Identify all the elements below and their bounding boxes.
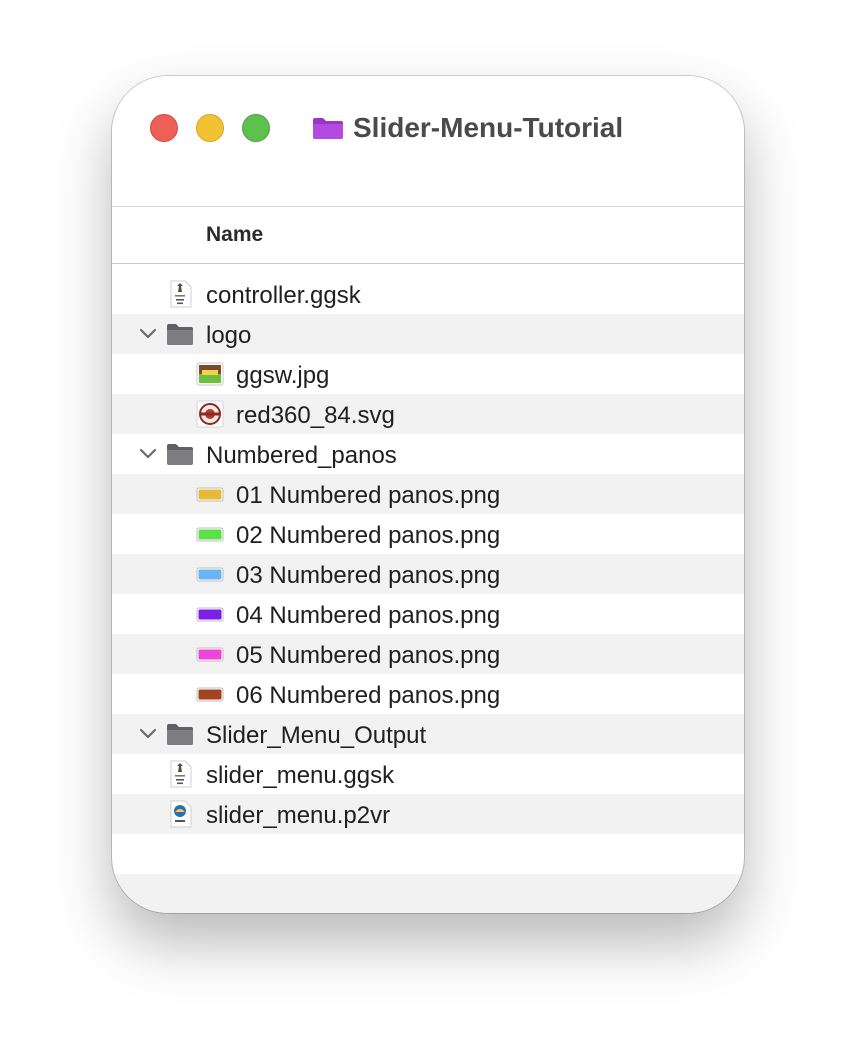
file-row[interactable]: 06 Numbered panos.png bbox=[112, 674, 744, 714]
png-swatch-icon bbox=[196, 600, 224, 628]
p2vr-document-icon bbox=[166, 800, 194, 828]
folder-icon bbox=[166, 720, 194, 748]
column-header: Name bbox=[112, 206, 744, 264]
name-column-header[interactable]: Name bbox=[206, 223, 263, 247]
purple-folder-icon bbox=[313, 118, 343, 139]
png-swatch-icon bbox=[196, 520, 224, 548]
folder-row[interactable]: Numbered_panos bbox=[112, 434, 744, 474]
file-row[interactable]: slider_menu.ggsk bbox=[112, 754, 744, 794]
file-row[interactable]: red360_84.svg bbox=[112, 394, 744, 434]
folder-row[interactable]: logo bbox=[112, 314, 744, 354]
svg-thumbnail-icon bbox=[196, 400, 224, 428]
file-row[interactable]: ggsw.jpg bbox=[112, 354, 744, 394]
item-name: 04 Numbered panos.png bbox=[236, 602, 501, 629]
item-name: 02 Numbered panos.png bbox=[236, 522, 501, 549]
folder-row[interactable]: Slider_Menu_Output bbox=[112, 714, 744, 754]
jpg-thumbnail-icon bbox=[196, 360, 224, 388]
item-name: logo bbox=[206, 322, 252, 349]
file-row[interactable]: 01 Numbered panos.png bbox=[112, 474, 744, 514]
window-title-group: Slider-Menu-Tutorial bbox=[312, 110, 623, 146]
file-list: controller.ggsk logo ggsw.jpg red360_84.svg… bbox=[112, 274, 744, 834]
item-name: Slider_Menu_Output bbox=[206, 722, 427, 749]
item-name: Numbered_panos bbox=[206, 442, 397, 469]
item-name: controller.ggsk bbox=[206, 282, 361, 309]
item-name: ggsw.jpg bbox=[236, 362, 330, 389]
ggsk-document-icon bbox=[166, 280, 194, 308]
file-row[interactable]: 03 Numbered panos.png bbox=[112, 554, 744, 594]
title-bar[interactable]: Slider-Menu-Tutorial bbox=[112, 76, 744, 206]
status-bar bbox=[112, 874, 744, 913]
ggsk-document-icon bbox=[166, 760, 194, 788]
item-name: slider_menu.ggsk bbox=[206, 762, 395, 789]
file-row[interactable]: controller.ggsk bbox=[112, 274, 744, 314]
item-name: slider_menu.p2vr bbox=[206, 802, 391, 829]
file-row[interactable]: 05 Numbered panos.png bbox=[112, 634, 744, 674]
file-row[interactable]: 02 Numbered panos.png bbox=[112, 514, 744, 554]
item-name: 03 Numbered panos.png bbox=[236, 562, 501, 589]
png-swatch-icon bbox=[196, 640, 224, 668]
disclosure-chevron-down-icon[interactable] bbox=[138, 445, 158, 463]
item-name: 05 Numbered panos.png bbox=[236, 642, 501, 669]
folder-icon bbox=[166, 440, 194, 468]
item-name: 01 Numbered panos.png bbox=[236, 482, 501, 509]
file-row[interactable]: slider_menu.p2vr bbox=[112, 794, 744, 834]
zoom-button[interactable] bbox=[242, 114, 270, 142]
window-title: Slider-Menu-Tutorial bbox=[353, 112, 624, 143]
disclosure-chevron-down-icon[interactable] bbox=[138, 325, 158, 343]
png-swatch-icon bbox=[196, 560, 224, 588]
close-button[interactable] bbox=[150, 114, 178, 142]
disclosure-chevron-down-icon[interactable] bbox=[138, 725, 158, 743]
minimize-button[interactable] bbox=[196, 114, 224, 142]
item-name: 06 Numbered panos.png bbox=[236, 682, 501, 709]
item-name: red360_84.svg bbox=[236, 402, 395, 429]
file-row[interactable]: 04 Numbered panos.png bbox=[112, 594, 744, 634]
png-swatch-icon bbox=[196, 680, 224, 708]
png-swatch-icon bbox=[196, 480, 224, 508]
finder-window: Slider-Menu-Tutorial Name controller.ggs… bbox=[112, 76, 744, 913]
folder-icon bbox=[166, 320, 194, 348]
